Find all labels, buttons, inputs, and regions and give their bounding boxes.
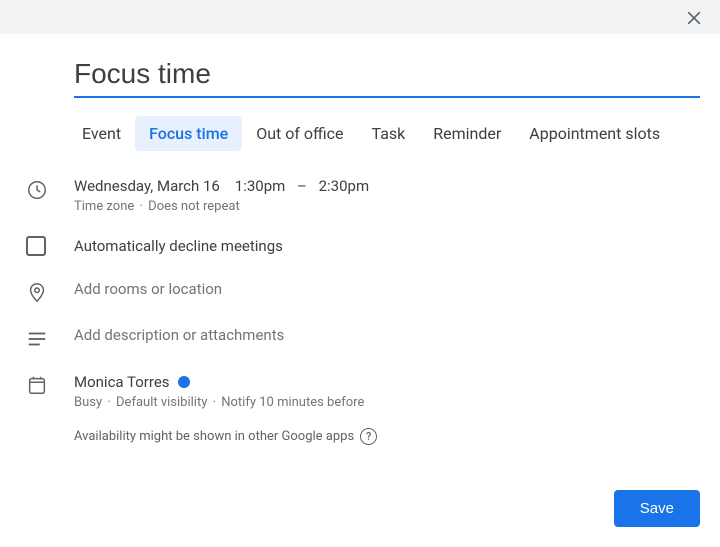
organizer-row[interactable]: Monica Torres Busy · Default visibility … <box>26 372 700 410</box>
recurrence-link[interactable]: Does not repeat <box>148 199 240 214</box>
calendar-color-dot <box>178 376 190 388</box>
availability-note-row: Availability might be shown in other Goo… <box>26 432 700 445</box>
busy-status: Busy <box>74 395 102 410</box>
auto-decline-checkbox[interactable] <box>26 236 46 256</box>
start-time-field[interactable]: 1:30pm <box>235 177 286 195</box>
location-placeholder: Add rooms or location <box>74 280 700 298</box>
end-time-field[interactable]: 2:30pm <box>319 177 370 195</box>
title-input[interactable] <box>74 58 700 98</box>
tab-appointment-slots[interactable]: Appointment slots <box>515 116 674 151</box>
time-dash: – <box>297 177 307 195</box>
description-row[interactable]: Add description or attachments <box>26 326 700 350</box>
description-placeholder: Add description or attachments <box>74 326 700 344</box>
event-type-tabs: Event Focus time Out of office Task Remi… <box>68 116 700 151</box>
organizer-name: Monica Torres <box>74 373 170 391</box>
save-button[interactable]: Save <box>614 490 700 527</box>
help-icon[interactable]: ? <box>360 428 377 445</box>
calendar-icon <box>26 372 74 396</box>
dialog-header <box>0 0 720 34</box>
availability-note: Availability might be shown in other Goo… <box>74 429 354 444</box>
close-icon <box>684 8 704 28</box>
location-row[interactable]: Add rooms or location <box>26 280 700 304</box>
datetime-row: Wednesday, March 16 1:30pm – 2:30pm Time… <box>26 177 700 214</box>
tab-out-of-office[interactable]: Out of office <box>242 116 357 151</box>
timezone-link[interactable]: Time zone <box>74 199 134 214</box>
description-icon <box>26 326 74 350</box>
notification-status: Notify 10 minutes before <box>221 395 364 410</box>
tab-reminder[interactable]: Reminder <box>419 116 515 151</box>
clock-icon <box>26 177 74 201</box>
visibility-status: Default visibility <box>116 395 207 410</box>
tab-task[interactable]: Task <box>358 116 420 151</box>
tab-focus-time[interactable]: Focus time <box>135 116 242 151</box>
date-field[interactable]: Wednesday, March 16 <box>74 177 220 195</box>
location-pin-icon <box>26 280 74 304</box>
close-button[interactable] <box>682 6 706 30</box>
event-editor: Event Focus time Out of office Task Remi… <box>0 34 720 445</box>
auto-decline-label: Automatically decline meetings <box>74 237 700 255</box>
tab-event[interactable]: Event <box>68 116 135 151</box>
auto-decline-row: Automatically decline meetings <box>26 236 700 256</box>
